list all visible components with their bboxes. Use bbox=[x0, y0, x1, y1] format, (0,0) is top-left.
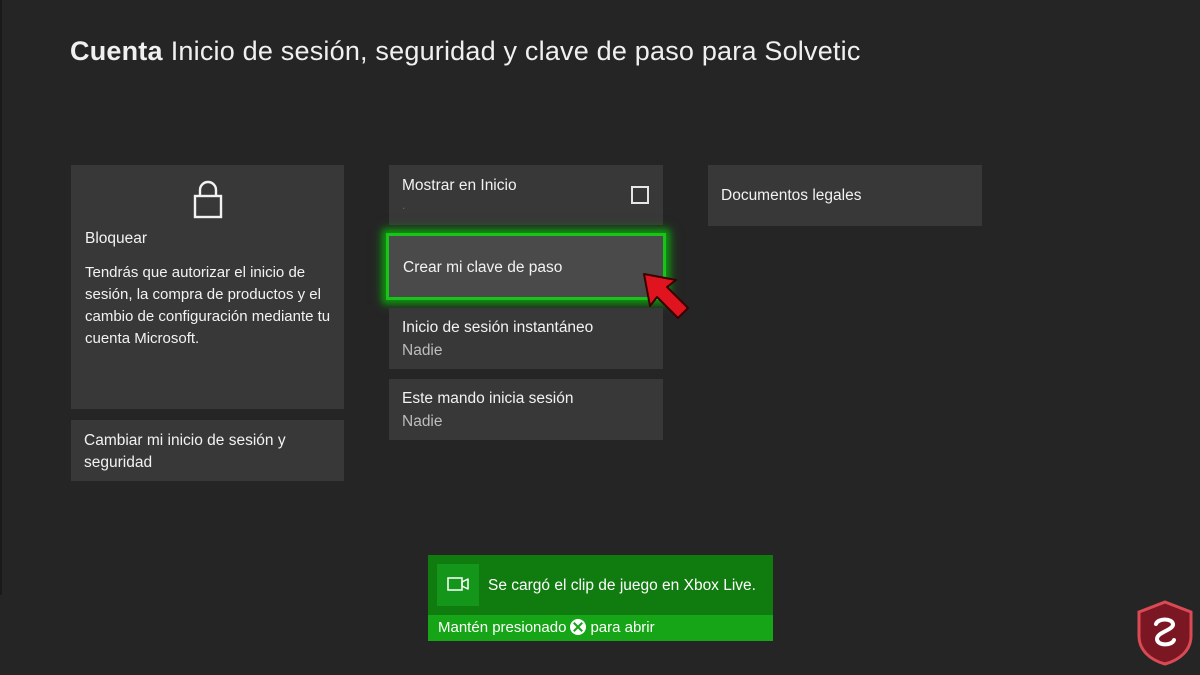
toast-footer-prefix: Mantén presionado bbox=[438, 619, 567, 636]
legal-documents-button[interactable]: Documentos legales bbox=[708, 165, 982, 226]
create-passkey-label: Crear mi clave de paso bbox=[403, 259, 563, 276]
show-on-home-checkbox[interactable] bbox=[631, 186, 649, 204]
controller-signin-label: Este mando inicia sesión bbox=[402, 390, 574, 407]
page-subtitle: Inicio de sesión, seguridad y clave de p… bbox=[170, 36, 861, 66]
instant-signin-label: Inicio de sesión instantáneo bbox=[402, 319, 594, 336]
change-signin-security-label: Cambiar mi inicio de sesión y seguridad bbox=[84, 432, 286, 471]
watermark-logo-icon bbox=[1137, 600, 1193, 666]
toast-icon-box bbox=[437, 564, 479, 606]
red-arrow-pointer-icon bbox=[643, 273, 689, 319]
lock-tile[interactable]: Bloquear Tendrás que autorizar el inicio… bbox=[71, 165, 344, 409]
create-passkey-button[interactable]: Crear mi clave de paso bbox=[386, 233, 666, 300]
xbox-button-icon bbox=[570, 619, 587, 635]
show-on-home-toggle[interactable]: Mostrar en Inicio . bbox=[389, 165, 663, 225]
notification-toast[interactable]: Se cargó el clip de juego en Xbox Live. … bbox=[428, 555, 773, 641]
page-title: Cuenta Inicio de sesión, seguridad y clav… bbox=[70, 36, 861, 67]
legal-documents-label: Documentos legales bbox=[721, 187, 862, 204]
instant-signin-value: Nadie bbox=[402, 342, 443, 359]
controller-signin-value: Nadie bbox=[402, 413, 443, 430]
show-on-home-sub-marker: . bbox=[402, 198, 406, 212]
lock-icon bbox=[193, 180, 223, 219]
toast-message: Se cargó el clip de juego en Xbox Live. bbox=[488, 577, 756, 594]
change-signin-security-button[interactable]: Cambiar mi inicio de sesión y seguridad bbox=[71, 420, 344, 481]
lock-description: Tendrás que autorizar el inicio de sesió… bbox=[85, 264, 331, 347]
page-section: Cuenta bbox=[70, 36, 163, 66]
lock-title: Bloquear bbox=[85, 230, 148, 247]
instant-signin-button[interactable]: Inicio de sesión instantáneo Nadie bbox=[389, 308, 663, 369]
toast-footer: Mantén presionado para abrir bbox=[428, 615, 773, 641]
controller-signin-button[interactable]: Este mando inicia sesión Nadie bbox=[389, 379, 663, 440]
app-screen: Cuenta Inicio de sesión, seguridad y clav… bbox=[0, 0, 1200, 675]
show-on-home-label: Mostrar en Inicio bbox=[402, 177, 517, 194]
video-camera-icon bbox=[447, 577, 469, 591]
toast-footer-suffix: para abrir bbox=[590, 619, 655, 636]
